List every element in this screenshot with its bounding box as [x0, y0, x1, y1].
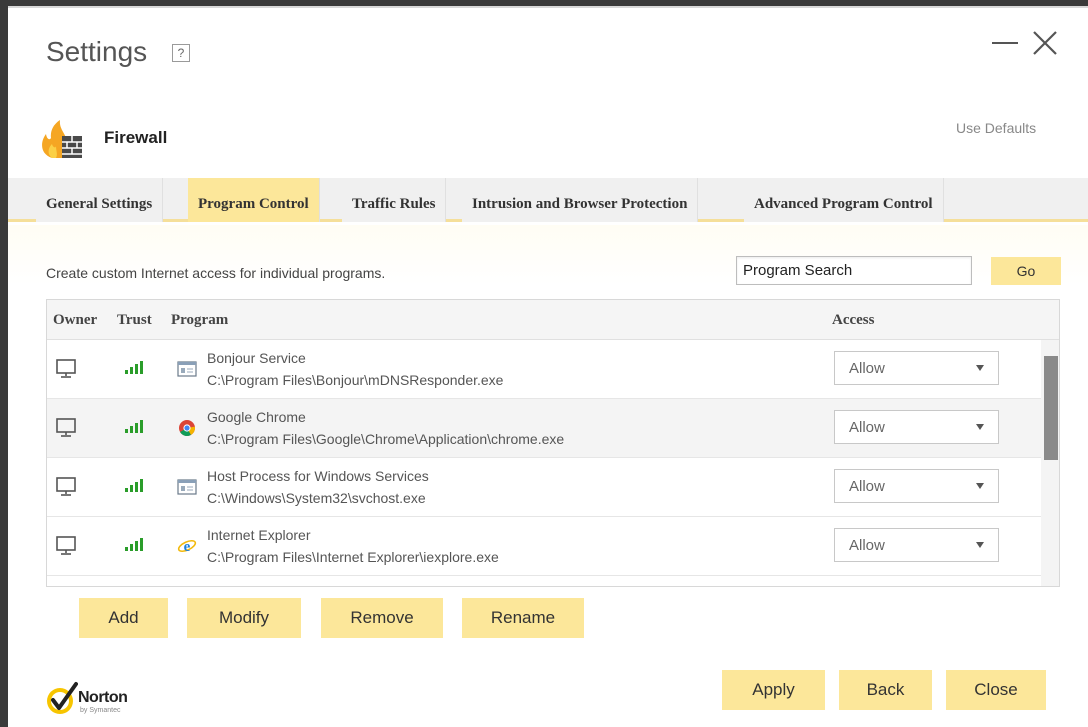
close-button[interactable]: Close	[946, 670, 1046, 710]
program-path: C:\Program Files\Bonjour\mDNSResponder.e…	[207, 372, 504, 388]
back-button[interactable]: Back	[839, 670, 932, 710]
apply-button[interactable]: Apply	[722, 670, 825, 710]
chevron-down-icon	[976, 365, 984, 371]
table-header: Owner Trust Program Access	[47, 300, 1059, 340]
program-control-panel: Create custom Internet access for indivi…	[8, 225, 1088, 727]
table-row[interactable]: Host Process for Windows Services C:\Win…	[47, 458, 1041, 517]
program-table: Owner Trust Program Access Bonjour Servi…	[46, 299, 1060, 587]
scrollbar-thumb[interactable]	[1044, 356, 1058, 460]
computer-icon	[56, 536, 76, 555]
chrome-icon	[179, 420, 196, 436]
norton-logo: Norton by Symantec	[44, 681, 154, 721]
trust-bars-icon	[125, 538, 143, 551]
internet-explorer-icon: e	[177, 539, 197, 555]
tab-advanced-program-control[interactable]: Advanced Program Control	[744, 178, 944, 222]
rename-button[interactable]: Rename	[462, 598, 584, 638]
program-search-input[interactable]	[736, 256, 972, 285]
flame-wall-icon	[42, 120, 82, 158]
help-button[interactable]: ?	[172, 44, 190, 62]
access-value: Allow	[849, 360, 885, 377]
program-path: C:\Program Files\Internet Explorer\iexpl…	[207, 549, 499, 565]
norton-check-icon	[47, 682, 78, 714]
table-row[interactable]: Bonjour Service C:\Program Files\Bonjour…	[47, 340, 1041, 399]
access-value: Allow	[849, 537, 885, 554]
access-dropdown[interactable]: Allow	[834, 410, 999, 444]
tab-traffic-rules[interactable]: Traffic Rules	[342, 178, 447, 222]
norton-brand-sub: by Symantec	[80, 707, 121, 714]
trust-bars-icon	[125, 420, 143, 433]
program-name: Host Process for Windows Services	[207, 468, 429, 484]
settings-window: Settings ? Firewall Use Defaults General…	[8, 6, 1088, 727]
table-row[interactable]: Google Chrome C:\Program Files\Google\Ch…	[47, 399, 1041, 458]
computer-icon	[56, 477, 76, 496]
window-title: Settings	[46, 36, 148, 67]
access-dropdown[interactable]: Allow	[834, 469, 999, 503]
panel-description: Create custom Internet access for indivi…	[46, 265, 386, 281]
program-name: Bonjour Service	[207, 350, 306, 366]
tab-bar: General Settings Program Control Traffic…	[8, 178, 1088, 222]
program-path: C:\Windows\System32\svchost.exe	[207, 490, 426, 506]
application-window-icon	[177, 361, 197, 377]
trust-bars-icon	[125, 361, 143, 374]
program-path: C:\Program Files\Google\Chrome\Applicati…	[207, 431, 565, 447]
access-dropdown[interactable]: Allow	[834, 351, 999, 385]
remove-button[interactable]: Remove	[321, 598, 443, 638]
window-top-edge	[8, 6, 1088, 8]
go-button[interactable]: Go	[991, 257, 1061, 285]
use-defaults-link[interactable]: Use Defaults	[956, 120, 1036, 136]
computer-icon	[56, 418, 76, 437]
column-owner[interactable]: Owner	[53, 312, 97, 329]
tab-intrusion-browser-protection[interactable]: Intrusion and Browser Protection	[462, 178, 699, 222]
add-button[interactable]: Add	[79, 598, 168, 638]
norton-brand: Norton	[78, 689, 128, 706]
application-window-icon	[177, 479, 197, 495]
trust-bars-icon	[125, 479, 143, 492]
modify-button[interactable]: Modify	[187, 598, 301, 638]
close-icon[interactable]	[1030, 28, 1060, 58]
program-name: Google Chrome	[207, 409, 306, 425]
access-value: Allow	[849, 419, 885, 436]
chevron-down-icon	[976, 424, 984, 430]
table-scrollbar[interactable]	[1041, 340, 1059, 586]
tab-program-control[interactable]: Program Control	[188, 178, 320, 222]
program-name: Internet Explorer	[207, 527, 311, 543]
access-value: Allow	[849, 478, 885, 495]
minimize-button[interactable]	[992, 42, 1018, 44]
column-access[interactable]: Access	[832, 312, 874, 329]
section-title: Firewall	[104, 128, 168, 147]
computer-icon	[56, 359, 76, 378]
access-dropdown[interactable]: Allow	[834, 528, 999, 562]
table-row[interactable]: e Internet Explorer C:\Program Files\Int…	[47, 517, 1041, 576]
tab-general-settings[interactable]: General Settings	[36, 178, 164, 222]
column-program[interactable]: Program	[171, 312, 228, 329]
chevron-down-icon	[976, 483, 984, 489]
chevron-down-icon	[976, 542, 984, 548]
column-trust[interactable]: Trust	[117, 312, 152, 329]
svg-text:e: e	[184, 539, 191, 555]
